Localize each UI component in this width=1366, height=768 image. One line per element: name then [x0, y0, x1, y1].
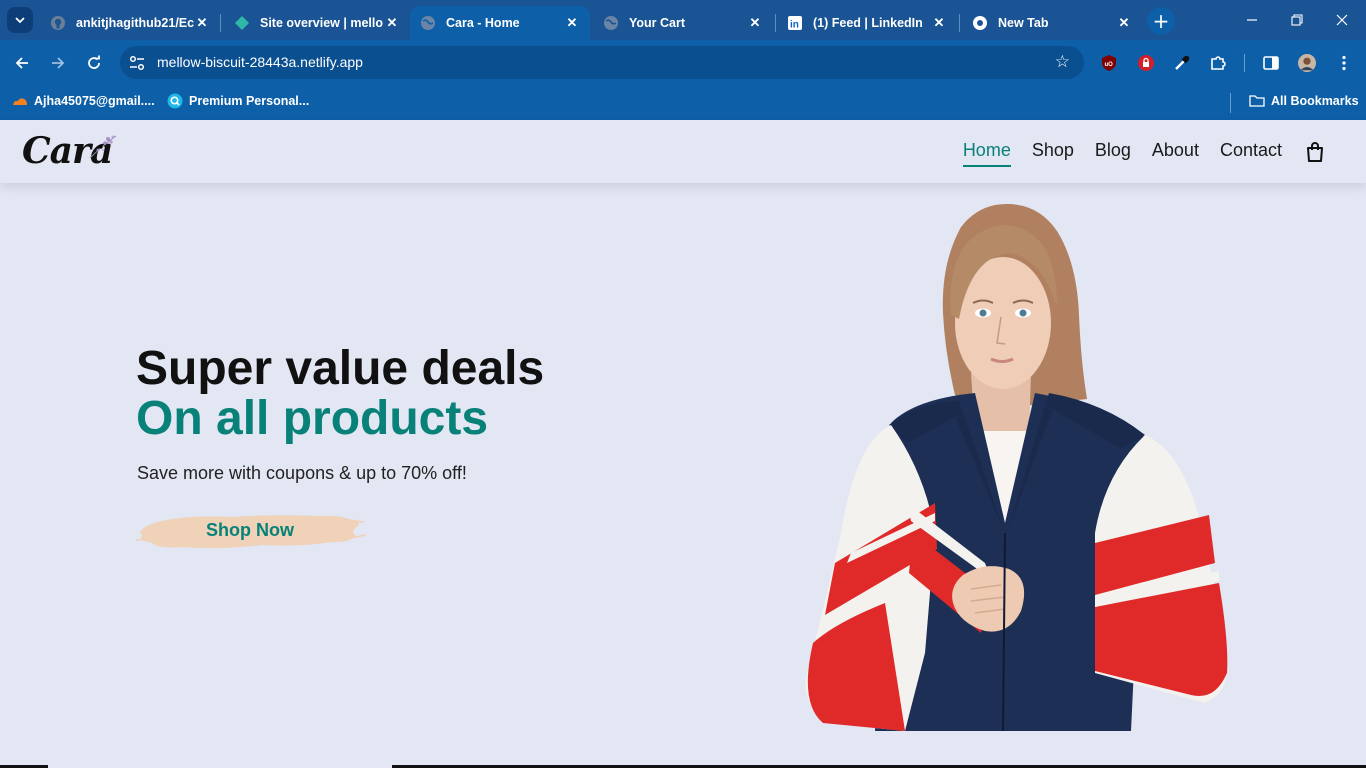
- browser-tab[interactable]: New Tab ✕: [962, 6, 1142, 40]
- password-manager-icon[interactable]: [1137, 54, 1155, 72]
- tab-title: Your Cart: [629, 16, 686, 30]
- reload-icon: [88, 55, 100, 69]
- ublock-icon[interactable]: uO: [1100, 54, 1118, 72]
- nav-link-shop[interactable]: Shop: [1032, 140, 1074, 163]
- plus-icon: +: [1152, 9, 1170, 33]
- minimize-button[interactable]: [1240, 8, 1264, 32]
- browser-tab[interactable]: Site overview | mello ✕: [224, 6, 410, 40]
- nav-link-home[interactable]: Home: [962, 140, 1011, 167]
- close-window-button[interactable]: [1330, 8, 1354, 32]
- github-icon: [50, 15, 66, 31]
- close-icon[interactable]: ✕: [1116, 15, 1132, 31]
- chevron-down-icon: [15, 17, 25, 24]
- bookmark-item[interactable]: Premium Personal...: [167, 93, 309, 109]
- close-icon[interactable]: ✕: [747, 15, 763, 31]
- svg-text:in: in: [790, 20, 799, 31]
- back-button[interactable]: [9, 50, 35, 76]
- netlify-icon: [234, 15, 250, 31]
- search-q-icon: [167, 93, 183, 109]
- globe-icon: [603, 15, 619, 31]
- tab-divider: [220, 14, 221, 32]
- browser-tab-active[interactable]: Cara - Home ✕: [410, 6, 590, 40]
- arrow-right-icon: [52, 57, 65, 69]
- close-icon[interactable]: ✕: [194, 15, 210, 31]
- bookmark-star-icon[interactable]: ☆: [1055, 52, 1070, 72]
- bookmark-item[interactable]: Ajha45075@gmail....: [12, 93, 155, 109]
- nav-link-contact[interactable]: Contact: [1220, 140, 1282, 163]
- tab-title: ankitjhagithub21/Eco: [76, 16, 194, 30]
- tab-title: Cara - Home: [446, 16, 520, 30]
- shop-now-label: Shop Now: [206, 519, 294, 540]
- hero-heading-accent: On all products: [136, 392, 489, 445]
- site-settings-icon[interactable]: [128, 54, 146, 72]
- browser-toolbar: mellow-biscuit-28443a.netlify.app ☆ uO: [0, 40, 1366, 86]
- all-bookmarks-label: All Bookmarks: [1271, 94, 1359, 108]
- url-text[interactable]: mellow-biscuit-28443a.netlify.app: [157, 54, 363, 70]
- nav-link-blog[interactable]: Blog: [1095, 140, 1131, 163]
- folder-icon: [1249, 93, 1265, 109]
- tab-divider: [775, 14, 776, 32]
- toolbar-divider: [1244, 54, 1245, 72]
- site-header: Cara Home Shop Blog About Contact: [0, 120, 1366, 183]
- lavender-sprig-icon: [89, 135, 117, 159]
- kebab-menu-icon[interactable]: [1335, 54, 1353, 72]
- close-icon[interactable]: ✕: [564, 15, 580, 31]
- browser-tab[interactable]: in (1) Feed | LinkedIn ✕: [777, 6, 957, 40]
- shopping-bag-icon[interactable]: [1304, 141, 1326, 163]
- address-bar[interactable]: mellow-biscuit-28443a.netlify.app ☆: [120, 46, 1084, 79]
- forward-button[interactable]: [45, 50, 71, 76]
- globe-icon: [420, 15, 436, 31]
- arrow-left-icon: [15, 57, 28, 69]
- extensions-puzzle-icon[interactable]: [1209, 54, 1227, 72]
- nav-link-about[interactable]: About: [1152, 140, 1199, 163]
- site-logo[interactable]: Cara: [22, 128, 122, 178]
- close-icon[interactable]: ✕: [931, 15, 947, 31]
- hero-subtext: Save more with coupons & up to 70% off!: [137, 463, 467, 483]
- bookmark-label: Ajha45075@gmail....: [34, 94, 155, 108]
- new-tab-button[interactable]: +: [1147, 7, 1175, 35]
- hero-heading: Super value deals: [136, 342, 545, 395]
- shop-now-button[interactable]: Shop Now: [136, 505, 366, 555]
- browser-tab[interactable]: Your Cart ✕: [593, 6, 773, 40]
- tab-title: Site overview | mello: [260, 16, 383, 30]
- side-panel-icon[interactable]: [1262, 54, 1280, 72]
- bookmarks-bar: Ajha45075@gmail.... Premium Personal... …: [0, 86, 1366, 120]
- hero-model-image: [805, 204, 1228, 732]
- close-icon[interactable]: ✕: [384, 15, 400, 31]
- browser-tab-strip: ankitjhagithub21/Eco ✕ Site overview | m…: [0, 0, 1366, 40]
- tab-search-button[interactable]: [7, 7, 33, 33]
- eyedropper-icon[interactable]: [1173, 54, 1191, 72]
- bookmark-label: Premium Personal...: [189, 94, 310, 108]
- close-icon: [1336, 14, 1348, 26]
- hero-section: Super value deals On all products Save m…: [0, 183, 1366, 768]
- tab-divider: [959, 14, 960, 32]
- bookmarks-divider: [1230, 93, 1231, 113]
- main-nav: Home Shop Blog About Contact: [942, 120, 1326, 183]
- tab-title: (1) Feed | LinkedIn: [813, 16, 923, 30]
- profile-avatar[interactable]: [1298, 54, 1316, 72]
- minimize-icon: [1247, 19, 1257, 21]
- linkedin-icon: in: [787, 15, 803, 31]
- restore-button[interactable]: [1285, 8, 1309, 32]
- all-bookmarks-button[interactable]: All Bookmarks: [1249, 93, 1359, 109]
- tab-title: New Tab: [998, 16, 1049, 30]
- svg-text:uO: uO: [1105, 62, 1114, 68]
- restore-icon: [1291, 14, 1303, 26]
- reload-button[interactable]: [81, 50, 107, 76]
- chrome-icon: [972, 15, 988, 31]
- cloudflare-icon: [12, 93, 28, 109]
- browser-tab[interactable]: ankitjhagithub21/Eco ✕: [40, 6, 220, 40]
